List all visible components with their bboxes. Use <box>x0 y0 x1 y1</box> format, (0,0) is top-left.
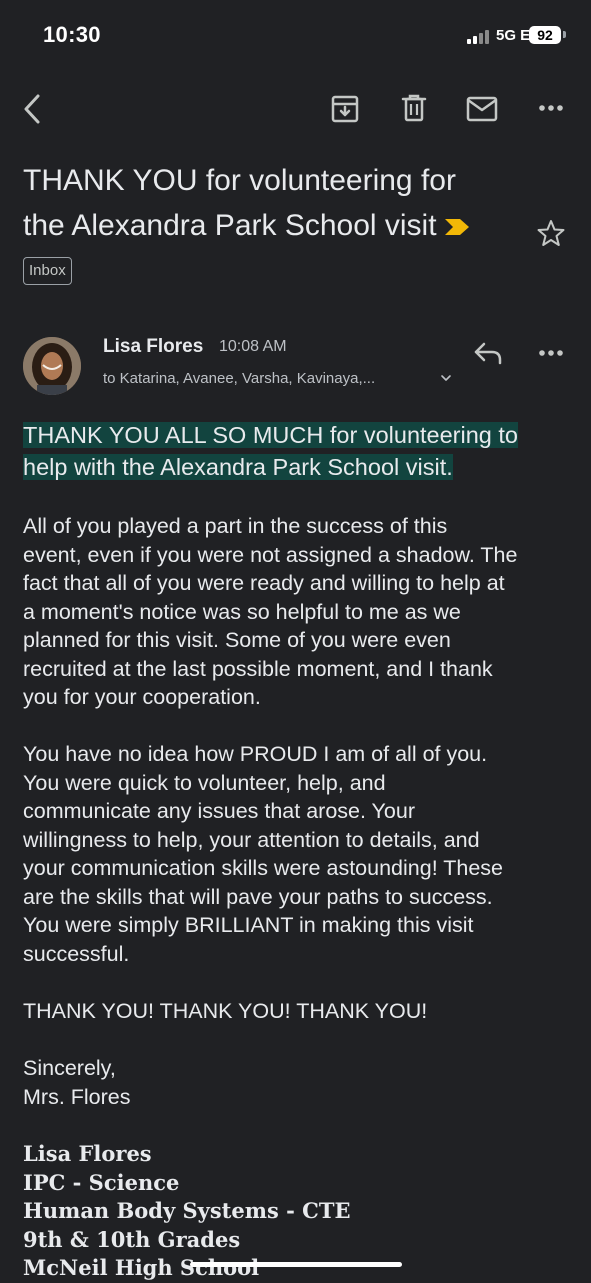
closing-block: Sincerely, Mrs. Flores <box>23 1054 568 1111</box>
archive-icon[interactable] <box>330 94 360 124</box>
highlighted-text: THANK YOU ALL SO MUCH for volunteering t… <box>23 422 518 480</box>
email-subject: THANK YOU for volunteering for the Alexa… <box>23 158 493 248</box>
body-line: are the skills that will pave your paths… <box>23 884 493 909</box>
body-line: a moment's notice was so helpful to me a… <box>23 599 461 624</box>
reply-icon[interactable] <box>472 340 504 366</box>
thank-you-line: THANK YOU! THANK YOU! THANK YOU! <box>23 999 428 1023</box>
more-options-icon[interactable] <box>537 98 565 118</box>
network-type: 5G E <box>496 27 531 44</box>
body-line: You were quick to volunteer, help, and <box>23 770 386 795</box>
body-line: you for your cooperation. <box>23 685 261 709</box>
signature-name: Lisa Flores <box>23 1141 152 1166</box>
star-icon[interactable] <box>536 218 566 248</box>
body-line: willingness to help, your attention to d… <box>23 827 480 852</box>
avatar-photo <box>23 337 81 395</box>
mail-icon[interactable] <box>466 96 498 122</box>
back-arrow-icon[interactable] <box>20 92 48 126</box>
body-line: event, even if you were not assigned a s… <box>23 542 518 567</box>
closing-word: Sincerely, <box>23 1056 116 1080</box>
recipients-line[interactable]: to Katarina, Avanee, Varsha, Kavinaya,..… <box>103 370 375 387</box>
sent-time: 10:08 AM <box>219 338 287 355</box>
signature-line: 9th & 10th Grades <box>23 1226 241 1252</box>
sender-avatar[interactable] <box>23 337 81 395</box>
chevron-down-icon[interactable] <box>440 373 452 383</box>
body-line: fact that all of you were ready and will… <box>23 571 505 595</box>
body-line: communicate any issues that arose. Your <box>23 799 415 823</box>
body-line: You have no idea how PROUD I am of all o… <box>23 742 488 766</box>
closing-name: Mrs. Flores <box>23 1084 131 1109</box>
important-marker-icon[interactable] <box>443 217 471 237</box>
trash-icon[interactable] <box>400 93 428 123</box>
subject-text: THANK YOU for volunteering for the Alexa… <box>23 164 456 242</box>
highlighted-intro: THANK YOU ALL SO MUCH for volunteering t… <box>23 419 543 483</box>
message-more-icon[interactable] <box>537 345 565 361</box>
home-indicator[interactable] <box>190 1262 402 1267</box>
body-line: recruited at the last possible moment, a… <box>23 656 493 681</box>
body-line: All of you played a part in the success … <box>23 514 448 538</box>
battery-level: 92 <box>529 26 561 44</box>
body-line: successful. <box>23 941 130 966</box>
body-paragraph-1: All of you played a part in the success … <box>23 512 568 712</box>
signature-line: Human Body Systems - CTE <box>23 1198 351 1223</box>
signature-line: McNeil High School <box>23 1255 260 1280</box>
body-paragraph-2: You have no idea how PROUD I am of all o… <box>23 740 568 968</box>
inbox-label-chip[interactable]: Inbox <box>23 257 72 285</box>
sender-name[interactable]: Lisa Flores <box>103 336 203 358</box>
cellular-signal-icon <box>467 30 489 44</box>
body-line: your communication skills were astoundin… <box>23 856 504 880</box>
signature-line: IPC - Science <box>23 1169 180 1195</box>
battery-icon <box>563 31 566 38</box>
status-time: 10:30 <box>43 22 101 47</box>
body-line: planned for this visit. Some of you were… <box>23 628 451 652</box>
body-line: You were simply BRILLIANT in making this… <box>23 913 474 937</box>
